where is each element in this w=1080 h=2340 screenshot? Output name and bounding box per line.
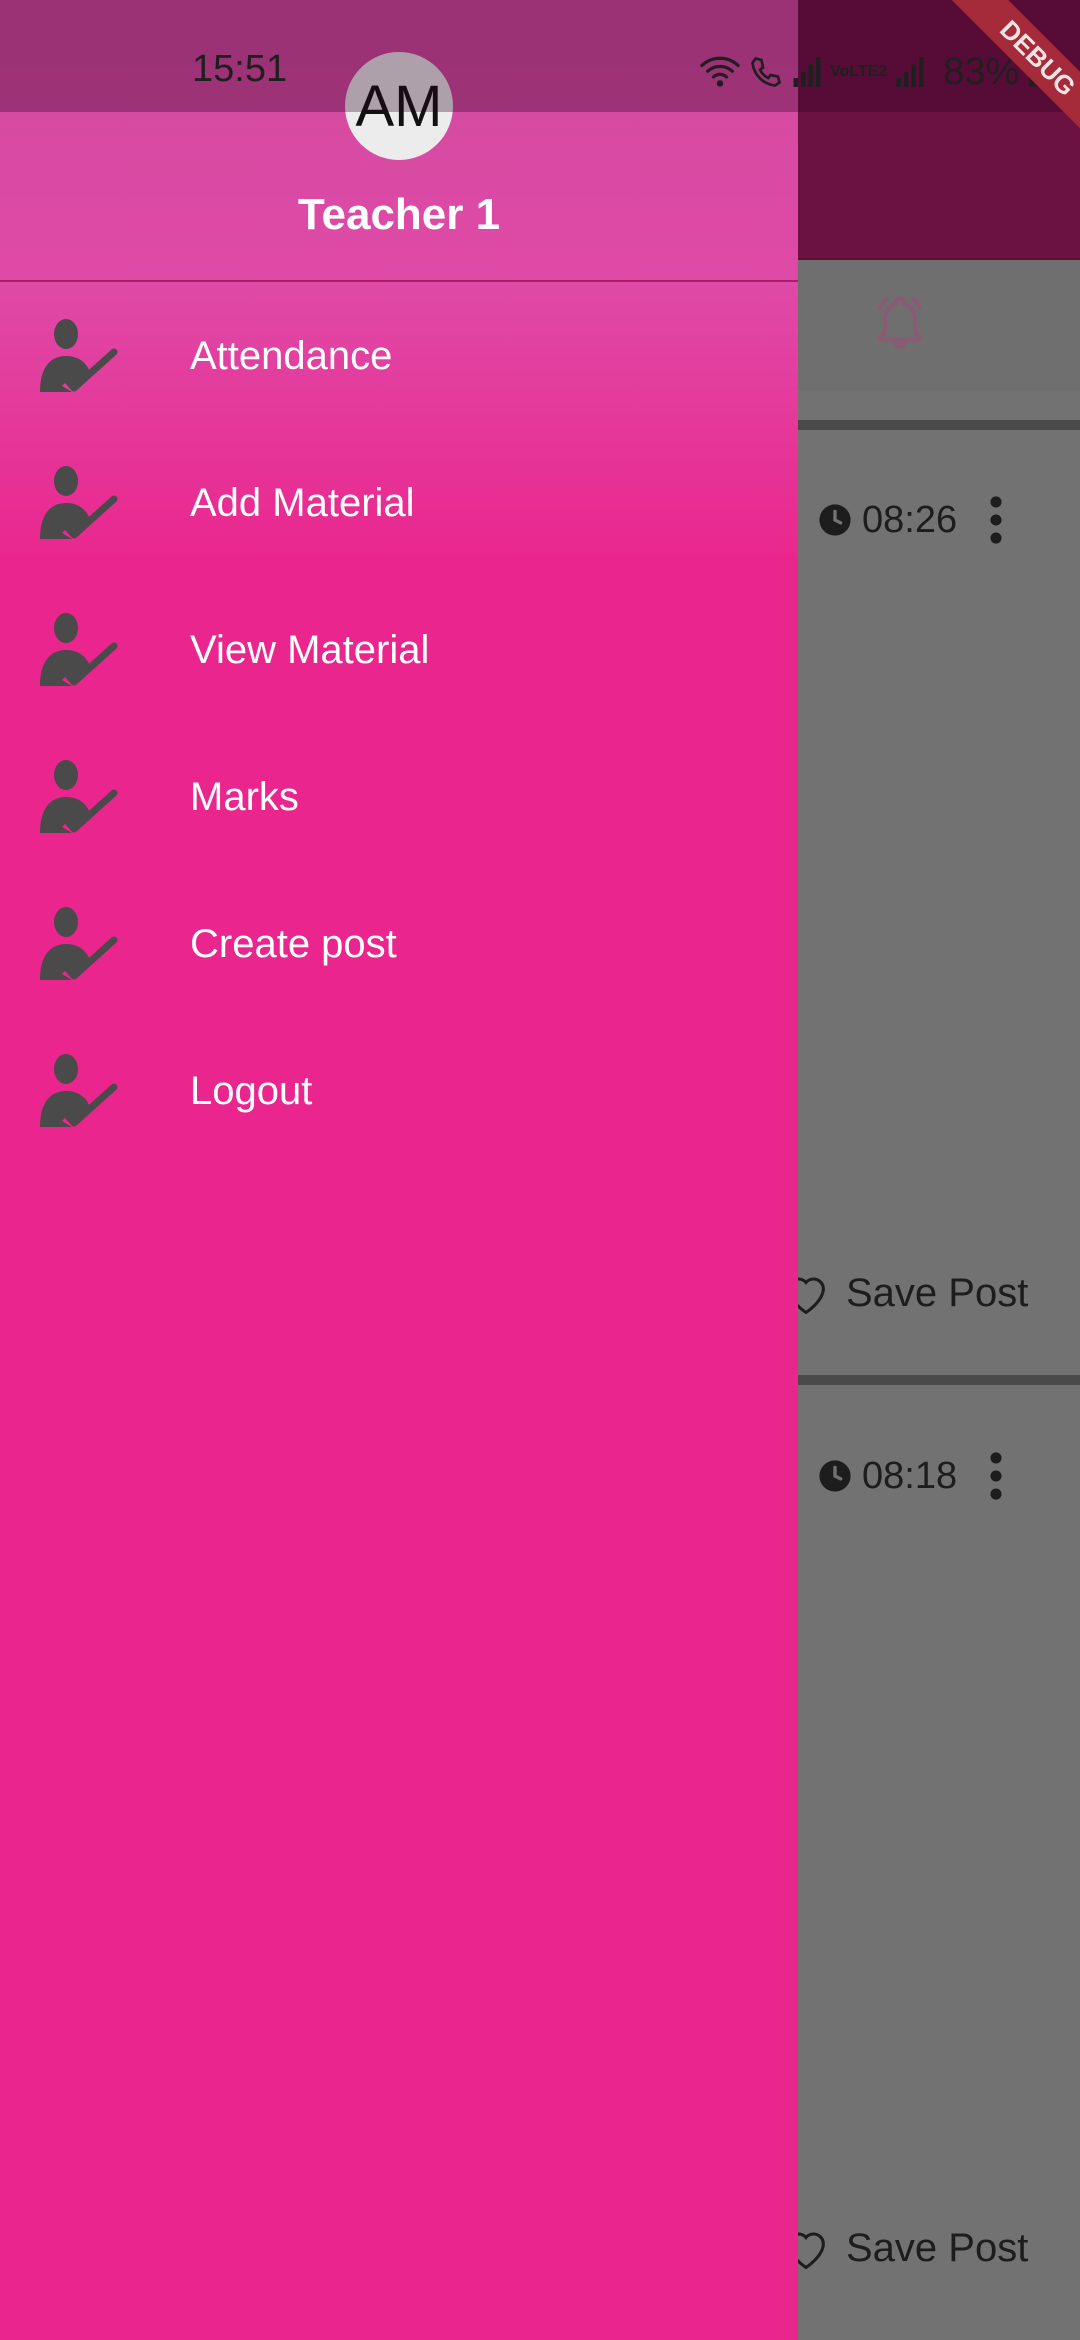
teacher-check-icon <box>40 760 118 833</box>
save-post-button[interactable]: Save Post <box>780 1263 1028 1323</box>
teacher-check-icon <box>40 907 118 980</box>
status-time: 15:51 <box>192 48 288 90</box>
save-post-label: Save Post <box>846 1270 1029 1315</box>
drawer-item-view-material[interactable]: View Material <box>0 590 798 710</box>
debug-banner: DEBUG <box>930 0 1080 150</box>
drawer-item-label: Create post <box>190 921 397 966</box>
drawer-item-label: Marks <box>190 774 299 819</box>
save-post-label: Save Post <box>846 2225 1029 2270</box>
status-bar: 15:51 VoLTE2 83% <box>0 0 1080 112</box>
post-timestamp: 08:26 <box>818 495 957 545</box>
drawer-item-label: Attendance <box>190 333 393 378</box>
clock-icon <box>819 504 851 536</box>
teacher-check-icon <box>40 1054 118 1127</box>
drawer-item-attendance[interactable]: Attendance <box>0 296 798 416</box>
drawer-item-logout[interactable]: Logout <box>0 1031 798 1151</box>
user-name: Teacher 1 <box>297 190 501 239</box>
teacher-check-icon <box>40 613 118 686</box>
more-options-icon[interactable] <box>982 495 1010 545</box>
notification-bell-icon[interactable] <box>870 292 930 352</box>
wifi-icon <box>700 56 740 87</box>
post-time-text: 08:26 <box>862 498 958 541</box>
drawer-item-label: Add Material <box>190 480 415 525</box>
more-options-icon[interactable] <box>982 1451 1010 1501</box>
post-time-text: 08:18 <box>862 1454 958 1497</box>
debug-banner-label: DEBUG <box>939 0 1080 150</box>
drawer-item-label: View Material <box>190 627 430 672</box>
signal-icon <box>896 57 924 87</box>
drawer-item-add-material[interactable]: Add Material <box>0 443 798 563</box>
clock-icon <box>819 1460 851 1492</box>
save-post-button[interactable]: Save Post <box>780 2218 1028 2278</box>
volte-icon: VoLTE2 <box>830 63 888 80</box>
teacher-check-icon <box>40 319 118 392</box>
drawer-item-label: Logout <box>190 1068 313 1113</box>
teacher-check-icon <box>40 466 118 539</box>
signal-icon <box>793 57 821 87</box>
call-icon <box>751 56 782 87</box>
drawer-item-create-post[interactable]: Create post <box>0 884 798 1004</box>
post-timestamp: 08:18 <box>818 1451 957 1501</box>
drawer-item-marks[interactable]: Marks <box>0 737 798 857</box>
navigation-drawer: AM Teacher 1 Attendance Add Material Vie… <box>0 0 798 2340</box>
